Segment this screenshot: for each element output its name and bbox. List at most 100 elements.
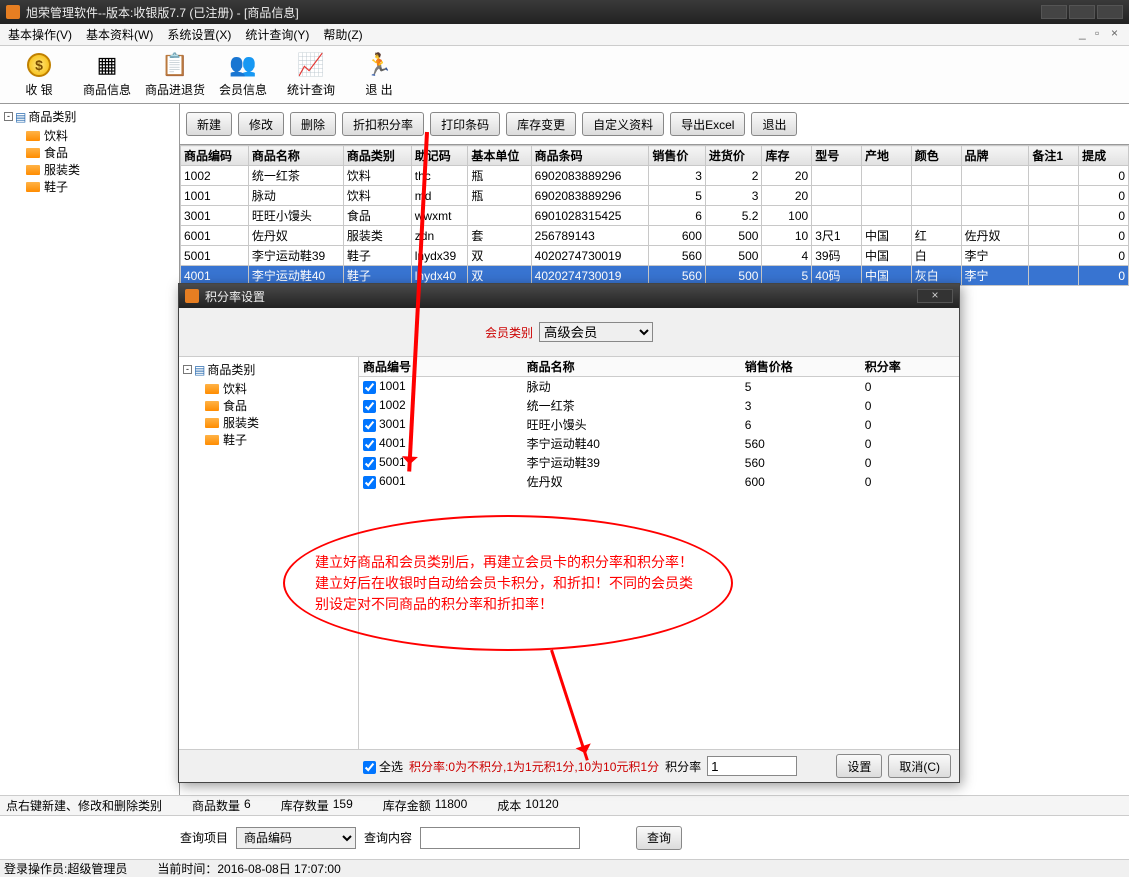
select-all-checkbox[interactable]: 全选 (363, 758, 403, 775)
cell: 佐丹奴 (248, 226, 343, 246)
tree-root-label[interactable]: 商品类别 (207, 361, 255, 378)
menu-basic-data[interactable]: 基本资料(W) (86, 26, 153, 43)
col-header[interactable]: 产地 (861, 146, 911, 166)
tree-item[interactable]: 鞋子 (205, 431, 354, 448)
col-header[interactable]: 商品名称 (523, 357, 741, 377)
menu-system-settings[interactable]: 系统设置(X) (167, 26, 231, 43)
col-header[interactable]: 销售价 (649, 146, 706, 166)
table-row[interactable]: 6001佐丹奴服装类zdn套256789143600500103尺1中国红佐丹奴… (181, 226, 1129, 246)
col-header[interactable]: 库存 (762, 146, 812, 166)
table-row[interactable]: 3001旺旺小馒头食品wwxmt690102831542565.21000 (181, 206, 1129, 226)
exit-button[interactable]: 退出 (751, 112, 797, 136)
col-header[interactable]: 进货价 (705, 146, 762, 166)
export-excel-button[interactable]: 导出Excel (670, 112, 745, 136)
tb-product-info[interactable]: ▦商品信息 (74, 48, 140, 101)
col-header[interactable]: 基本单位 (468, 146, 531, 166)
product-grid[interactable]: 商品编码商品名称商品类别助记码基本单位商品条码销售价进货价库存型号产地颜色品牌备… (180, 144, 1129, 286)
table-row[interactable]: 1002统一红茶饮料thc瓶690208388929632200 (181, 166, 1129, 186)
collapse-icon[interactable]: - (4, 112, 13, 121)
rate-input[interactable] (707, 756, 797, 776)
folder-icon (26, 131, 40, 141)
print-barcode-button[interactable]: 打印条码 (430, 112, 500, 136)
col-header[interactable]: 销售价格 (741, 357, 861, 377)
minimize-button[interactable] (1041, 5, 1067, 19)
collapse-icon[interactable]: - (183, 365, 192, 374)
cell: 6901028315425 (531, 206, 649, 226)
edit-button[interactable]: 修改 (238, 112, 284, 136)
tb-cashier[interactable]: 收 银 (6, 48, 72, 101)
tree-item[interactable]: 食品 (205, 397, 354, 414)
table-row[interactable]: 3001旺旺小馒头60 (359, 415, 959, 434)
table-row[interactable]: 1001脉动饮料md瓶690208388929653200 (181, 186, 1129, 206)
category-tree[interactable]: - ▤ 商品类别 饮料 食品 服装类 鞋子 (0, 104, 180, 795)
maximize-button[interactable] (1069, 5, 1095, 19)
discount-rate-button[interactable]: 折扣积分率 (342, 112, 424, 136)
tb-exit[interactable]: 🏃退 出 (346, 48, 412, 101)
search-field-select[interactable]: 商品编码 (236, 827, 356, 849)
folder-icon (205, 384, 219, 394)
row-checkbox[interactable]: 1002 (359, 396, 523, 415)
tree-item-shoes[interactable]: 鞋子 (26, 178, 175, 195)
row-checkbox[interactable]: 6001 (359, 472, 523, 491)
window-controls (1041, 5, 1123, 19)
col-header[interactable]: 商品条码 (531, 146, 649, 166)
col-header[interactable]: 积分率 (861, 357, 959, 377)
table-row[interactable]: 6001佐丹奴6000 (359, 472, 959, 491)
col-header[interactable]: 商品编号 (359, 357, 523, 377)
cancel-button[interactable]: 取消(C) (888, 754, 951, 778)
member-type-label: 会员类别 (485, 324, 533, 341)
mdi-close-icon[interactable]: × (1111, 26, 1123, 38)
folder-icon (205, 418, 219, 428)
row-checkbox[interactable]: 1001 (359, 377, 523, 397)
tree-item-drink[interactable]: 饮料 (26, 127, 175, 144)
cell: 0 (861, 434, 959, 453)
member-type-select[interactable]: 高级会员 (539, 322, 653, 342)
tb-stock-in-out[interactable]: 📋商品进退货 (142, 48, 208, 101)
mdi-restore-icon[interactable]: ▫ (1095, 26, 1107, 38)
row-checkbox[interactable]: 4001 (359, 434, 523, 453)
row-checkbox[interactable]: 5001 (359, 453, 523, 472)
menu-basic-ops[interactable]: 基本操作(V) (8, 26, 72, 43)
dialog-close-button[interactable]: × (917, 289, 953, 303)
tree-item-food[interactable]: 食品 (26, 144, 175, 161)
tree-item[interactable]: 服装类 (205, 414, 354, 431)
table-row[interactable]: 1001脉动50 (359, 377, 959, 397)
delete-button[interactable]: 删除 (290, 112, 336, 136)
cell: thc (411, 166, 468, 186)
col-header[interactable]: 商品名称 (248, 146, 343, 166)
close-button[interactable] (1097, 5, 1123, 19)
table-row[interactable]: 1002统一红茶30 (359, 396, 959, 415)
col-header[interactable]: 商品类别 (343, 146, 411, 166)
stock-change-button[interactable]: 库存变更 (506, 112, 576, 136)
cell: 0 (861, 415, 959, 434)
tree-root-label[interactable]: 商品类别 (28, 108, 76, 125)
col-header[interactable]: 商品编码 (181, 146, 249, 166)
custom-fields-button[interactable]: 自定义资料 (582, 112, 664, 136)
col-header[interactable]: 备注1 (1029, 146, 1079, 166)
tb-member-info[interactable]: 👥会员信息 (210, 48, 276, 101)
tree-item-clothes[interactable]: 服装类 (26, 161, 175, 178)
mdi-minimize-icon[interactable]: _ (1079, 26, 1091, 38)
dialog-titlebar[interactable]: 积分率设置 × (179, 284, 959, 308)
col-header[interactable]: 品牌 (961, 146, 1029, 166)
menu-stats[interactable]: 统计查询(Y) (245, 26, 309, 43)
row-checkbox[interactable]: 3001 (359, 415, 523, 434)
new-button[interactable]: 新建 (186, 112, 232, 136)
apply-button[interactable]: 设置 (836, 754, 882, 778)
col-header[interactable]: 型号 (812, 146, 862, 166)
search-input[interactable] (420, 827, 580, 849)
tb-stats-query[interactable]: 📈统计查询 (278, 48, 344, 101)
cell: 4020274730019 (531, 246, 649, 266)
menu-help[interactable]: 帮助(Z) (323, 26, 362, 43)
col-header[interactable]: 提成 (1079, 146, 1129, 166)
cell: 6902083889296 (531, 186, 649, 206)
table-row[interactable]: 5001李宁运动鞋395600 (359, 453, 959, 472)
col-header[interactable]: 助记码 (411, 146, 468, 166)
search-button[interactable]: 查询 (636, 826, 682, 850)
table-row[interactable]: 5001李宁运动鞋39鞋子lnydx39双4020274730019560500… (181, 246, 1129, 266)
cell: 统一红茶 (248, 166, 343, 186)
col-header[interactable]: 颜色 (911, 146, 961, 166)
table-row[interactable]: 4001李宁运动鞋405600 (359, 434, 959, 453)
tree-item[interactable]: 饮料 (205, 380, 354, 397)
cell: 0 (861, 377, 959, 397)
